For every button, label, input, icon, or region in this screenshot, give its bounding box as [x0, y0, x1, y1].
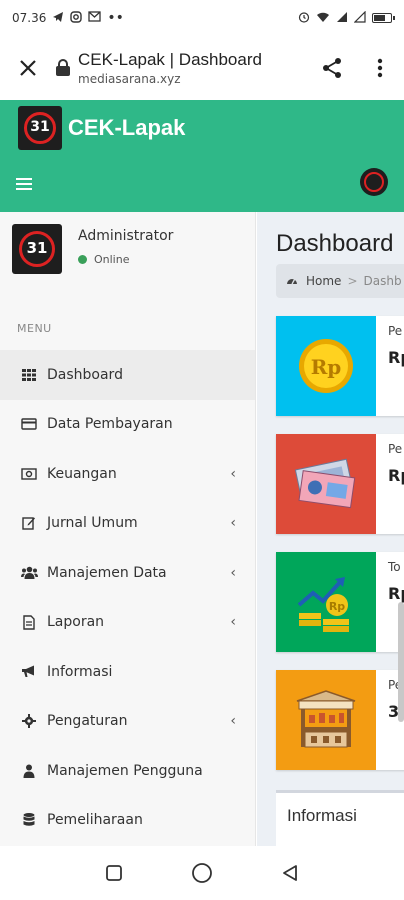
telegram-icon: [52, 11, 64, 26]
sidebar-item-laporan[interactable]: Laporan ‹: [0, 598, 255, 648]
breadcrumb: Home > Dashb: [276, 264, 404, 298]
brand-name: CEK-Lapak: [68, 115, 186, 140]
sidebar-item-label: Keuangan: [47, 465, 117, 482]
market-stall-icon: [276, 670, 376, 770]
info-value: Rp: [388, 466, 404, 485]
sidebar-item-label: Laporan: [47, 614, 105, 631]
status-bar: 07.36 ••: [0, 0, 404, 36]
more-dots-icon: ••: [107, 10, 124, 26]
android-nav-bar: [0, 846, 404, 900]
svg-text:Rp: Rp: [329, 600, 345, 613]
browser-toolbar: CEK-Lapak | Dashboard mediasarana.xyz: [0, 36, 404, 100]
signal-icon: [336, 11, 348, 26]
sidebar-item-data-pembayaran[interactable]: Data Pembayaran: [0, 400, 255, 450]
sidebar-item-dashboard[interactable]: Dashboard: [0, 350, 255, 400]
sidebar-item-label: Manajemen Pengguna: [47, 762, 203, 779]
chevron-left-icon: ‹: [230, 465, 236, 482]
credit-card-icon: [20, 416, 38, 432]
info-box[interactable]: Pe 3: [276, 670, 404, 770]
sidebar-menu: Dashboard Data Pembayaran Keuangan ‹ Jur…: [0, 350, 255, 846]
recent-apps-icon[interactable]: [94, 853, 134, 893]
user-icon: [20, 763, 38, 779]
online-dot-icon: [78, 255, 87, 264]
panel-title: Informasi: [287, 806, 357, 825]
sidebar-item-manajemen-data[interactable]: Manajemen Data ‹: [0, 548, 255, 598]
share-icon[interactable]: [308, 36, 356, 100]
chevron-left-icon: ‹: [230, 713, 236, 730]
main-content: Dashboard Home > Dashb Rp Pe Rp Pe Rp Rp: [257, 212, 404, 846]
page-title: Dashboard: [276, 230, 394, 257]
sidebar-item-label: Informasi: [47, 663, 113, 680]
gmail-icon: [88, 11, 102, 25]
instagram-icon: [70, 10, 83, 26]
status-time: 07.36: [12, 11, 47, 25]
info-label: Pe: [388, 442, 403, 456]
dashboard-icon: [286, 274, 298, 288]
sidebar-item-label: Manajemen Data: [47, 564, 167, 581]
home-circle-icon[interactable]: [182, 853, 222, 893]
wifi-icon: [316, 11, 330, 26]
sidebar-item-pemeliharaan[interactable]: Pemeliharaan: [0, 796, 255, 846]
sidebar-item-label: Data Pembayaran: [47, 416, 173, 433]
user-panel: 31 Administrator Online: [12, 224, 173, 274]
hamburger-menu-icon[interactable]: [16, 178, 32, 190]
edit-icon: [20, 515, 38, 531]
user-name: Administrator: [78, 228, 174, 244]
sidebar-item-label: Dashboard: [47, 366, 123, 383]
avatar: 31: [12, 224, 62, 274]
user-avatar[interactable]: [360, 168, 388, 196]
database-icon: [20, 812, 38, 828]
address-bar[interactable]: CEK-Lapak | Dashboard mediasarana.xyz: [78, 50, 308, 86]
chevron-left-icon: ‹: [230, 564, 236, 581]
sidebar-item-jurnal-umum[interactable]: Jurnal Umum ‹: [0, 499, 255, 549]
grid-icon: [20, 367, 38, 383]
sidebar: 31 Administrator Online MENU Dashboard D…: [0, 212, 256, 846]
coin-icon: Rp: [276, 316, 376, 416]
bullhorn-icon: [20, 664, 38, 680]
app-header: 31 CEK-Lapak: [0, 100, 404, 212]
menu-header: MENU: [17, 322, 52, 335]
sidebar-item-label: Jurnal Umum: [47, 515, 138, 532]
banknotes-icon: [276, 434, 376, 534]
breadcrumb-current: Dashb: [363, 274, 402, 288]
brand[interactable]: 31 CEK-Lapak: [18, 106, 185, 150]
page-tab-title: CEK-Lapak | Dashboard: [78, 50, 262, 69]
file-icon: [20, 614, 38, 630]
money-icon: [20, 466, 38, 482]
scrollbar-thumb[interactable]: [398, 602, 404, 722]
info-box[interactable]: Pe Rp: [276, 434, 404, 534]
lock-icon: [56, 59, 70, 77]
sidebar-item-manajemen-pengguna[interactable]: Manajemen Pengguna: [0, 746, 255, 796]
gear-icon: [20, 713, 38, 729]
sidebar-item-informasi[interactable]: Informasi: [0, 647, 255, 697]
logo: 31: [18, 106, 62, 150]
info-value: Rp: [388, 584, 404, 603]
sidebar-item-label: Pengaturan: [47, 713, 128, 730]
users-icon: [20, 565, 38, 581]
money-growth-icon: Rp: [276, 552, 376, 652]
info-box[interactable]: Rp Pe Rp: [276, 316, 404, 416]
info-value: Rp: [388, 348, 404, 367]
online-status: Online: [78, 253, 173, 266]
info-panel: Informasi: [276, 790, 404, 846]
signal-icon: [353, 10, 366, 26]
sidebar-item-keuangan[interactable]: Keuangan ‹: [0, 449, 255, 499]
info-box[interactable]: Rp To Rp: [276, 552, 404, 652]
sidebar-item-label: Pemeliharaan: [47, 812, 143, 829]
svg-text:Rp: Rp: [311, 355, 342, 379]
battery-icon: [372, 13, 395, 23]
alarm-icon: [298, 11, 310, 26]
back-triangle-icon[interactable]: [270, 853, 310, 893]
more-vert-icon[interactable]: [356, 36, 404, 100]
info-label: Pe: [388, 324, 403, 338]
sidebar-item-pengaturan[interactable]: Pengaturan ‹: [0, 697, 255, 747]
close-icon[interactable]: [0, 36, 56, 100]
url-text: mediasarana.xyz: [78, 72, 181, 86]
chevron-left-icon: ‹: [230, 515, 236, 532]
info-label: To: [388, 560, 401, 574]
breadcrumb-home[interactable]: Home: [306, 274, 341, 288]
chevron-left-icon: ‹: [230, 614, 236, 631]
